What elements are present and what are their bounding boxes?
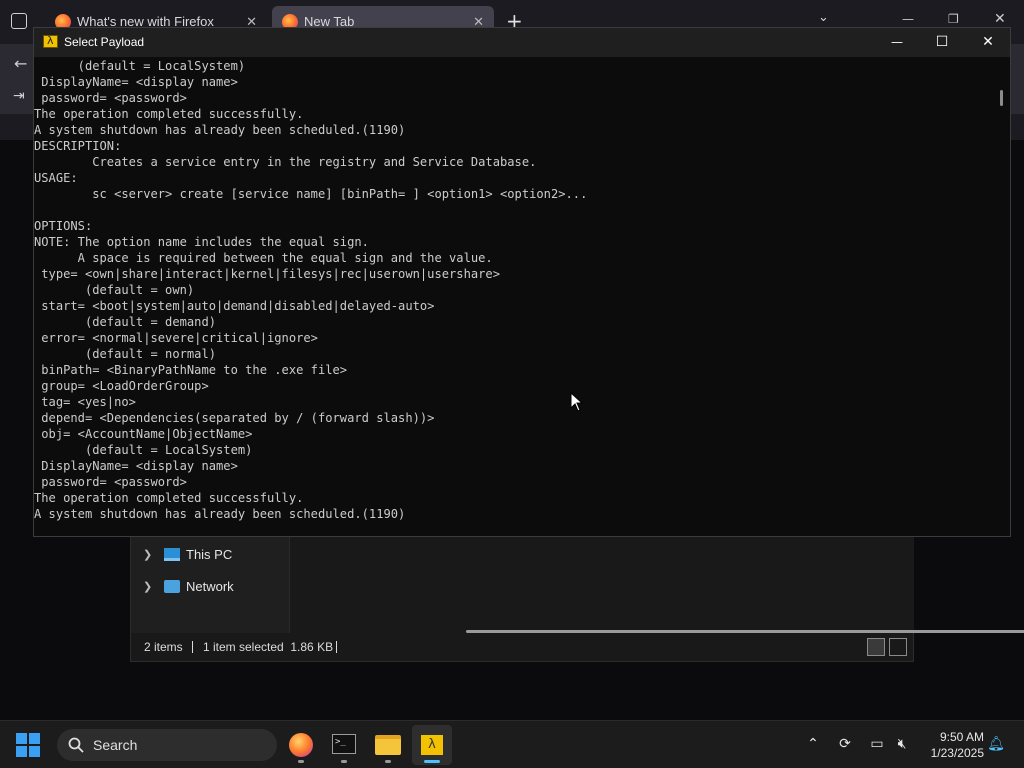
selection-info: 1 item selected 1.86 KB	[203, 640, 334, 654]
taskbar-search[interactable]: Search	[57, 729, 277, 761]
console-title: Select Payload	[64, 35, 145, 49]
terminal-icon: >_	[332, 734, 356, 754]
tab-list-icon[interactable]	[11, 13, 27, 29]
volume-muted-icon[interactable]: 🔇︎	[893, 735, 911, 753]
status-divider	[336, 641, 337, 653]
payload-app-icon: λ	[43, 34, 58, 48]
chevron-right-icon[interactable]: ❯	[143, 541, 152, 569]
tiles-view-icon[interactable]	[889, 638, 907, 656]
taskbar-terminal[interactable]: >_	[324, 725, 364, 765]
minimize-button[interactable]: —	[874, 28, 920, 57]
clock-time: 9:50 AM	[939, 730, 984, 744]
window-close-icon[interactable]: ✕	[994, 11, 1006, 27]
system-clock[interactable]: 9:50 AM 1/23/2025	[916, 729, 984, 761]
running-indicator	[424, 760, 440, 763]
details-view-icon[interactable]	[867, 638, 885, 656]
running-indicator	[341, 760, 347, 763]
taskbar-file-explorer[interactable]	[368, 725, 408, 765]
computer-icon	[164, 548, 180, 561]
maximize-button[interactable]: ☐	[919, 28, 965, 57]
status-bar: 2 items 1 item selected 1.86 KB	[131, 633, 913, 661]
console-text: (default = LocalSystem) DisplayName= <di…	[34, 59, 588, 521]
item-count: 2 items	[144, 640, 183, 654]
list-all-tabs-icon[interactable]: ⌄	[818, 10, 829, 25]
firefox-icon	[289, 733, 313, 757]
console-title-bar[interactable]: λ Select Payload — ☐ ✕	[34, 28, 1010, 57]
clock-date: 1/23/2025	[930, 746, 984, 760]
console-scrollbar[interactable]	[996, 58, 1010, 536]
console-output[interactable]: (default = LocalSystem) DisplayName= <di…	[34, 58, 994, 536]
console-window: λ Select Payload — ☐ ✕ (default = LocalS…	[33, 27, 1011, 537]
back-icon[interactable]: ←	[14, 54, 27, 73]
taskbar: Search >_ λ ⌃ ⟳ ▭ 🔇︎ 9:50 AM 1/23/2025 🔔…	[0, 720, 1024, 768]
search-label: Search	[93, 737, 138, 753]
navigation-pane: ❯ This PC ❯ Network	[131, 537, 289, 633]
nav-item-this-pc[interactable]: ❯ This PC	[131, 541, 286, 569]
show-hidden-icons-chevron-icon[interactable]: ⌃	[804, 735, 822, 753]
status-divider	[192, 641, 193, 653]
taskbar-payload-app[interactable]: λ	[412, 725, 452, 765]
mouse-cursor-icon	[570, 392, 584, 412]
taskbar-firefox[interactable]	[281, 725, 321, 765]
running-indicator	[298, 760, 304, 763]
nav-item-network[interactable]: ❯ Network	[131, 573, 286, 601]
sign-in-icon[interactable]: ⇥	[13, 88, 25, 104]
network-icon	[164, 580, 180, 593]
payload-app-icon: λ	[421, 735, 443, 755]
close-button[interactable]: ✕	[965, 28, 1011, 57]
network-status-icon[interactable]: ▭	[868, 735, 886, 753]
window-restore-icon[interactable]: ❐	[948, 12, 959, 26]
chevron-right-icon[interactable]: ❯	[143, 573, 152, 601]
nav-item-label: This PC	[186, 547, 233, 562]
search-icon	[68, 737, 84, 753]
file-explorer-icon	[375, 735, 401, 755]
running-indicator	[385, 760, 391, 763]
windows-start-icon[interactable]	[16, 733, 40, 757]
notification-bell-icon[interactable]: 🔔︎	[987, 735, 1005, 753]
console-scroll-thumb[interactable]	[1000, 90, 1003, 106]
window-minimize-icon[interactable]: —	[902, 12, 914, 26]
file-explorer-window: ❯ This PC ❯ Network 2 items 1 item selec…	[130, 536, 1024, 662]
file-list-pane[interactable]	[289, 537, 1024, 633]
nav-item-label: Network	[186, 579, 234, 594]
update-sync-icon[interactable]: ⟳	[836, 735, 854, 753]
